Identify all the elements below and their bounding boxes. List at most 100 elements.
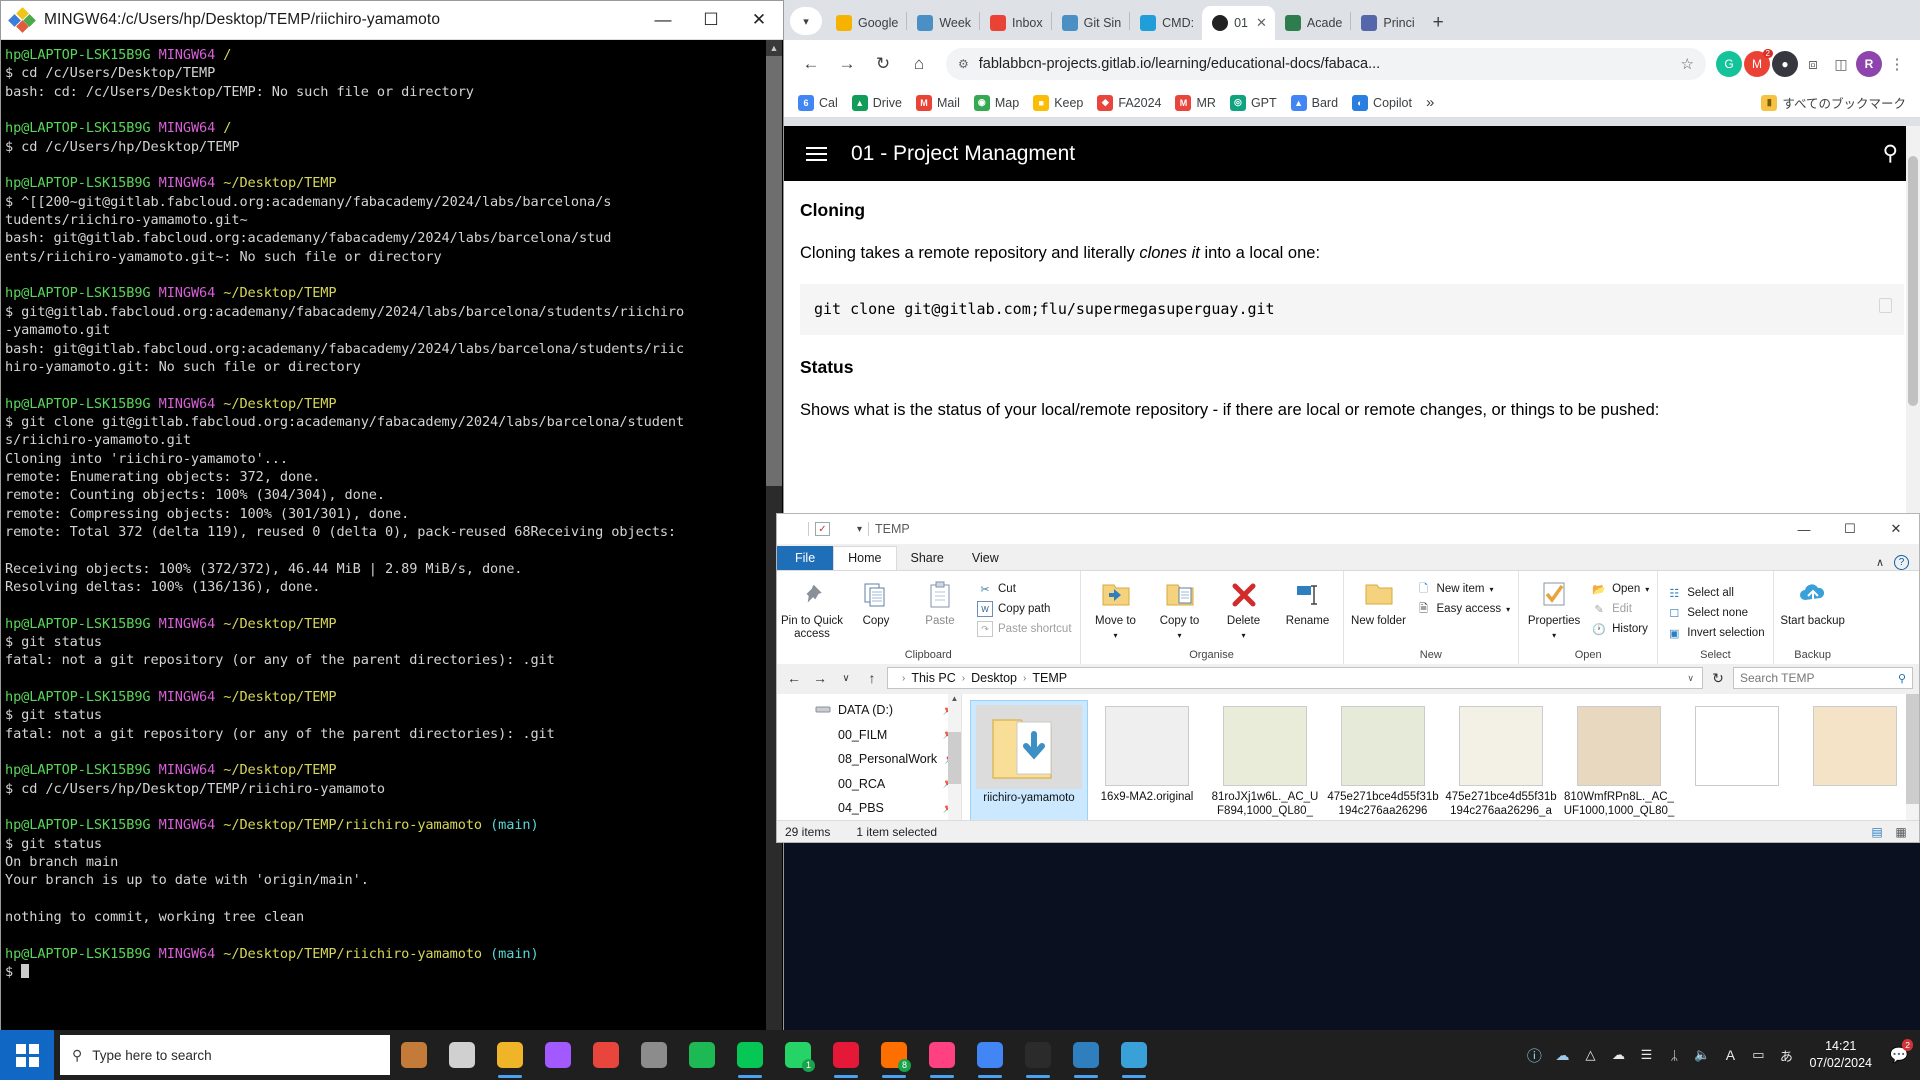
browser-tab-google[interactable]: Google — [826, 6, 906, 40]
explorer-ribbon[interactable]: Pin to Quick access Copy Paste ✂ Cut W Cop… — [777, 570, 1919, 664]
paste-button[interactable]: Paste — [909, 576, 971, 628]
back-button[interactable]: ← — [794, 47, 828, 81]
history-button[interactable]: 🕐 History — [1587, 620, 1653, 638]
breadcrumb-this-pc[interactable]: This PC — [911, 671, 955, 685]
browser-tab-princi[interactable]: Princi — [1351, 6, 1422, 40]
chrome-icon[interactable] — [966, 1030, 1014, 1080]
split-screen-icon[interactable]: ◫ — [1828, 51, 1854, 77]
start-backup-button[interactable]: Start backup — [1778, 576, 1848, 628]
bookmark-copilot[interactable]: ◐ Copilot — [1346, 92, 1418, 114]
address-bar[interactable]: ⚙ fablabbcn-projects.gitlab.io/learning/… — [946, 48, 1706, 80]
task-view-icon[interactable] — [438, 1030, 486, 1080]
nav-scrollbar[interactable]: ▲ — [948, 694, 961, 820]
language-icon[interactable]: A — [1717, 1030, 1743, 1080]
search-input[interactable]: Search TEMP ⚲ — [1733, 667, 1913, 689]
new-item-button[interactable]: 🗋 New item ▾ — [1412, 580, 1515, 598]
file-list-scrollbar[interactable] — [1906, 694, 1919, 820]
bookmark-bard[interactable]: ▲ Bard — [1285, 92, 1344, 114]
copy-button[interactable]: Copy — [845, 576, 907, 628]
bookmarks-bar[interactable]: 6 Cal ▲ Drive M Mail ◉ Map ■ Keep ◆ FA2024 M MR ◎ GPT ▲ B… — [784, 88, 1920, 118]
chrome-menu-icon[interactable]: ⋮ — [1884, 51, 1910, 77]
volume-icon[interactable]: 🔈 — [1689, 1030, 1715, 1080]
file-item[interactable]: 81roJXj1w6L._AC_UF894,1000_QL80_ — [1206, 700, 1324, 820]
page-scrollbar[interactable] — [1906, 126, 1920, 520]
vscode-icon[interactable] — [1062, 1030, 1110, 1080]
browser-tab-cmd-[interactable]: CMD: — [1130, 6, 1202, 40]
explorer-ribbon-tabs[interactable]: File Home Share View ∧ ? — [777, 544, 1919, 570]
site-settings-icon[interactable]: ⚙ — [958, 57, 969, 71]
pinned-app-art[interactable] — [390, 1030, 438, 1080]
browser-tabs[interactable]: Google Week Inbox Git Sin CMD: 01 ✕ Acade Princi — [826, 6, 1423, 40]
start-button[interactable] — [0, 1030, 54, 1080]
tab-file[interactable]: File — [777, 546, 834, 570]
browser-tab-inbox[interactable]: Inbox — [980, 6, 1051, 40]
new-item-chevron-icon[interactable]: ▾ — [1489, 585, 1493, 594]
invert-selection-button[interactable]: ▣ Invert selection — [1662, 624, 1768, 642]
nav-scroll-thumb[interactable] — [948, 732, 961, 784]
breadcrumb-dropdown-icon[interactable]: ∨ — [1687, 673, 1694, 684]
nav-item-00-film[interactable]: 00_FILM📌 — [777, 723, 961, 748]
app-audio-icon[interactable] — [582, 1030, 630, 1080]
explorer-up-button[interactable]: ↑ — [861, 667, 883, 689]
onedrive-icon[interactable]: ☁ — [1605, 1030, 1631, 1080]
file-grid[interactable]: riichiro-yamamoto 16x9-MA2.original 81roJX… — [970, 700, 1917, 820]
autodesk-icon[interactable] — [822, 1030, 870, 1080]
app-blue-icon[interactable] — [1110, 1030, 1158, 1080]
explorer-recent-locations-button[interactable]: ∨ — [835, 667, 857, 689]
bookmarks-overflow-button[interactable]: » — [1420, 91, 1440, 114]
file-list-pane[interactable]: riichiro-yamamoto 16x9-MA2.original 81roJX… — [962, 694, 1919, 820]
profile-avatar[interactable]: R — [1856, 51, 1882, 77]
tab-home[interactable]: Home — [833, 546, 897, 570]
quick-access-dropdown[interactable]: ▾ — [857, 524, 862, 535]
file-item[interactable]: 475e271bce4d55f31b194c276aa26296_a — [1442, 700, 1560, 820]
delete-chevron-icon[interactable]: ▾ — [1242, 631, 1246, 640]
new-folder-button[interactable]: New folder — [1348, 576, 1410, 628]
terminal-body[interactable]: hp@LAPTOP-LSK15B9G MINGW64 /$ cd /c/User… — [1, 40, 783, 1039]
line-icon[interactable] — [726, 1030, 774, 1080]
cut-button[interactable]: ✂ Cut — [973, 580, 1076, 598]
bookmark-drive[interactable]: ▲ Drive — [846, 92, 908, 114]
details-view-icon[interactable]: ▤ — [1867, 823, 1887, 841]
system-tray[interactable]: ⓘ ☁ △ ☁ ☰ ᛦ 🔈 A ▭ あ 14:21 07/02/2024 💬 2 — [1521, 1030, 1920, 1080]
hamburger-icon[interactable] — [806, 146, 827, 161]
tab-share[interactable]: Share — [897, 547, 958, 570]
explorer-forward-button[interactable]: → — [809, 667, 831, 689]
mintty-terminal-window[interactable]: MINGW64:/c/Users/hp/Desktop/TEMP/riichir… — [0, 0, 784, 1040]
nav-item-08-personalwork[interactable]: 08_PersonalWork📌 — [777, 747, 961, 772]
move-to-chevron-icon[interactable]: ▾ — [1114, 631, 1118, 640]
copy-icon[interactable] — [1879, 298, 1892, 314]
clock[interactable]: 14:21 07/02/2024 — [1801, 1038, 1880, 1072]
properties-quick-icon[interactable]: ✓ — [815, 522, 830, 536]
move-to-button[interactable]: Move to ▾ — [1085, 576, 1147, 640]
spotify-icon[interactable] — [678, 1030, 726, 1080]
chrome-browser-window[interactable]: ▾ Google Week Inbox Git Sin CMD: 01 ✕ Acade Prin… — [784, 0, 1920, 520]
rename-button[interactable]: Rename — [1277, 576, 1339, 628]
nav-scroll-up-arrow[interactable]: ▲ — [948, 694, 961, 703]
bookmark-items[interactable]: 6 Cal ▲ Drive M Mail ◉ Map ■ Keep ◆ FA2024 M MR ◎ GPT ▲ B… — [792, 92, 1418, 114]
grammarly-extension-icon[interactable]: G — [1716, 51, 1742, 77]
browser-toolbar[interactable]: ← → ↻ ⌂ ⚙ fablabbcn-projects.gitlab.io/l… — [784, 40, 1920, 88]
large-icons-view-icon[interactable]: ▦ — [1891, 823, 1911, 841]
nav-item-data-d-[interactable]: DATA (D:)📌 — [777, 698, 961, 723]
tab-view[interactable]: View — [958, 547, 1013, 570]
file-item[interactable]: 475e271bce4d55f31b194c276aa26296 — [1324, 700, 1442, 820]
paste-shortcut-button[interactable]: ↷ Paste shortcut — [973, 620, 1076, 638]
file-item[interactable]: 810WmfRPn8L._AC_UF1000,1000_QL80_ — [1560, 700, 1678, 820]
new-tab-button[interactable]: + — [1423, 6, 1452, 40]
nav-items[interactable]: DATA (D:)📌00_FILM📌08_PersonalWork📌00_RCA… — [777, 698, 961, 820]
terminal-scroll-up-arrow[interactable]: ▲ — [766, 40, 782, 56]
select-all-button[interactable]: ☷ Select all — [1662, 584, 1768, 602]
help-icon[interactable]: ? — [1894, 555, 1909, 570]
taskbar-app-icons[interactable]: 18 — [390, 1030, 1158, 1080]
new-folder-quick-icon[interactable] — [836, 522, 851, 536]
search-icon[interactable]: ⚲ — [1883, 141, 1898, 166]
breadcrumb[interactable]: › This PC › Desktop › TEMP ∨ — [887, 667, 1703, 689]
notification-center-button[interactable]: 💬 2 — [1882, 1030, 1916, 1080]
edit-button[interactable]: ✎ Edit — [1587, 600, 1653, 618]
show-hidden-icons-icon[interactable]: △ — [1577, 1030, 1603, 1080]
app-figma-icon[interactable] — [534, 1030, 582, 1080]
copy-path-button[interactable]: W Copy path — [973, 600, 1076, 618]
nav-item-04-pbs[interactable]: 04_PBS📌 — [777, 796, 961, 820]
breadcrumb-desktop[interactable]: Desktop — [971, 671, 1017, 685]
web-page-viewport[interactable]: 01 - Project Managment ⚲ Cloning Cloning… — [784, 126, 1920, 520]
